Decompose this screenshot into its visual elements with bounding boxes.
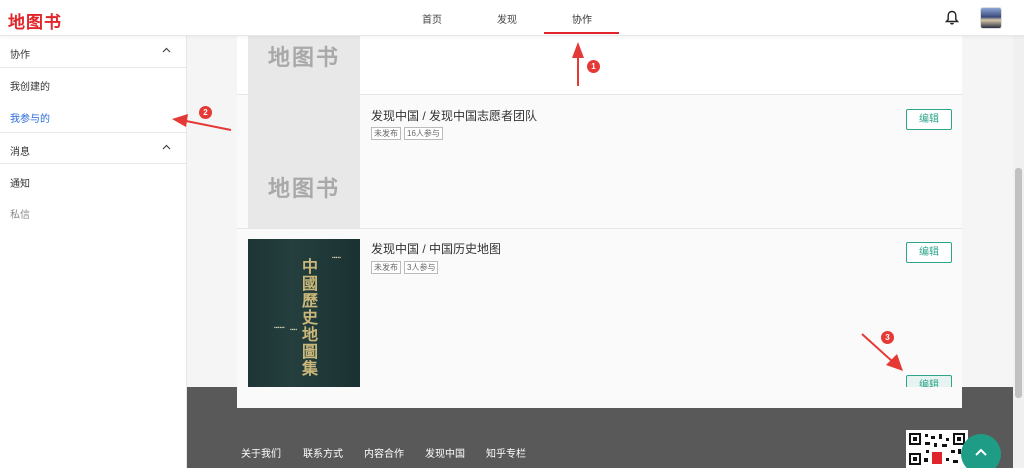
annotation-badge: 2: [199, 106, 212, 119]
annotation-badge: 3: [881, 331, 894, 344]
annotation-badge: 1: [587, 60, 600, 73]
nav-collaborate[interactable]: 协作: [572, 11, 592, 26]
annotation-arrows: [172, 42, 903, 371]
nav-home[interactable]: 首页: [422, 11, 442, 26]
top-header: 地图书 首页 发现 协作: [0, 0, 1024, 36]
nav-active-underline: [544, 32, 619, 34]
site-logo[interactable]: 地图书: [8, 8, 62, 33]
nav-discover[interactable]: 发现: [497, 11, 517, 26]
user-avatar[interactable]: [980, 7, 1002, 29]
bell-icon[interactable]: [945, 10, 959, 26]
